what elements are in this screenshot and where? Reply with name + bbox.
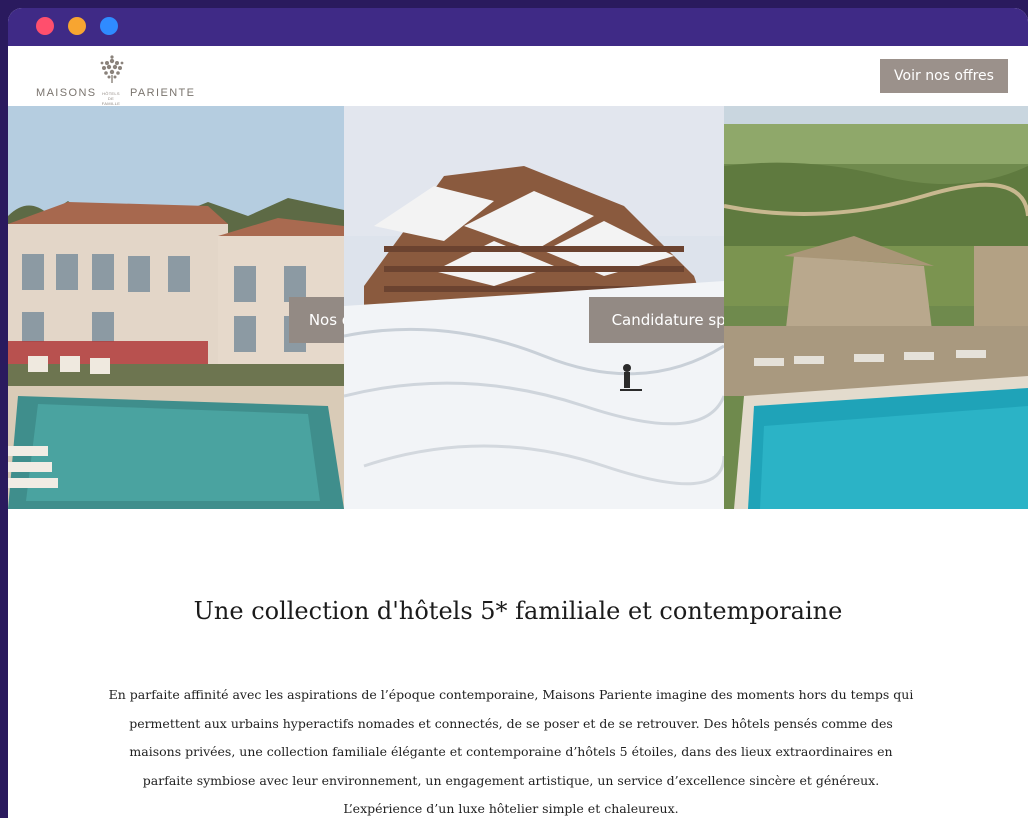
brand-name-right: PARIENTE xyxy=(130,87,196,99)
view-offers-button[interactable]: Voir nos offres xyxy=(880,59,1008,93)
spontaneous-application-button[interactable]: Candidature spontanée xyxy=(589,297,724,343)
hero-banner: Nos offres xyxy=(8,106,1028,509)
intro-section: Une collection d'hôtels 5* familiale et … xyxy=(8,509,1028,818)
minimize-window-dot[interactable] xyxy=(68,17,86,35)
hotel-pool-provence-image: Nos offres xyxy=(8,106,344,509)
brand-tagline: HÔTELS DE FAMILLE xyxy=(101,91,121,106)
maximize-window-dot[interactable] xyxy=(100,17,118,35)
our-offers-button[interactable]: Nos offres xyxy=(289,297,344,343)
window-titlebar xyxy=(8,8,1028,46)
browser-window: MAISONS HÔTELS DE FAMILLE PARIENTE Voir … xyxy=(8,8,1028,818)
vineyard-pool-image xyxy=(724,106,1028,509)
brand-name-left: MAISONS xyxy=(36,87,97,99)
site-header: MAISONS HÔTELS DE FAMILLE PARIENTE Voir … xyxy=(8,46,1028,106)
brand-logo[interactable]: MAISONS HÔTELS DE FAMILLE PARIENTE xyxy=(36,55,206,106)
flower-tree-icon xyxy=(100,55,124,83)
chalet-ski-slope-image: Candidature spontanée xyxy=(344,106,724,509)
close-window-dot[interactable] xyxy=(36,17,54,35)
page-title: Une collection d'hôtels 5* familiale et … xyxy=(193,597,843,625)
intro-paragraph: En parfaite affinité avec les aspiration… xyxy=(108,687,914,816)
